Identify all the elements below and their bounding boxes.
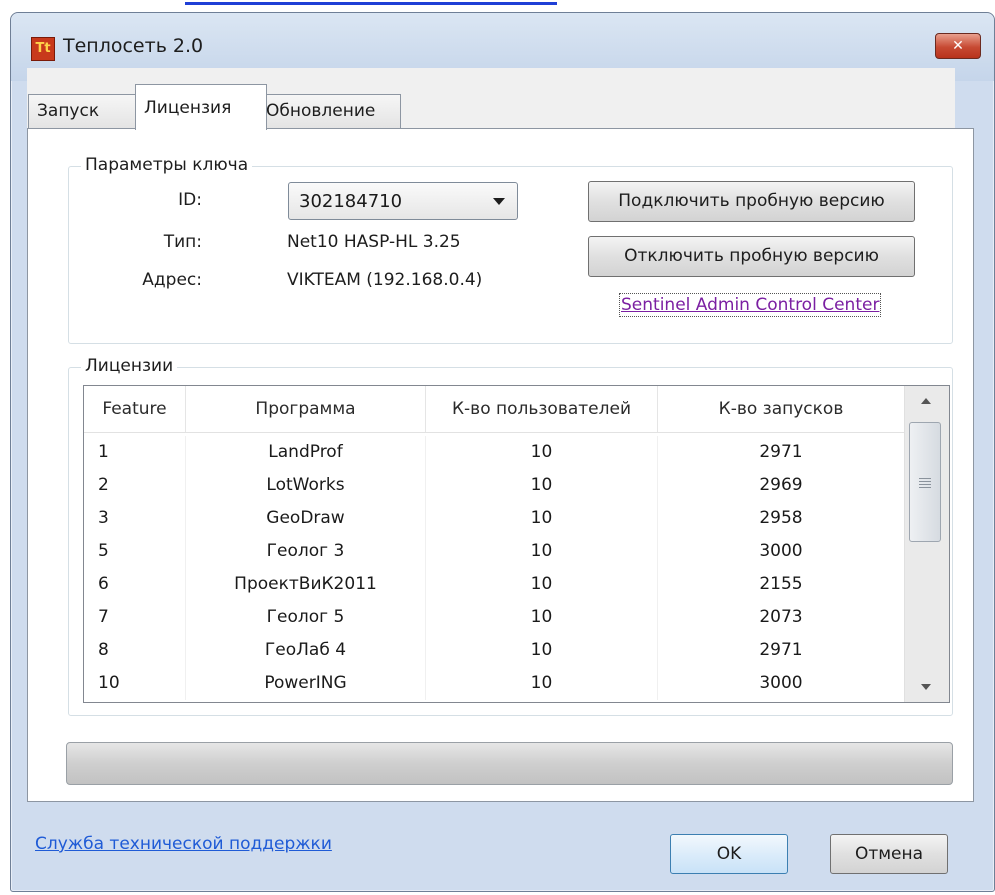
cell-program: PowerING [186, 667, 426, 700]
cell-program: Геолог 5 [186, 601, 426, 634]
column-header-users[interactable]: К-во пользователей [426, 386, 658, 432]
table-header: Feature Программа К-во пользователей К-в… [84, 386, 904, 433]
support-link[interactable]: Служба технической поддержки [35, 834, 332, 854]
close-icon: ✕ [952, 38, 964, 54]
cell-launches: 2155 [759, 574, 803, 594]
cell-launches: 3000 [759, 673, 803, 693]
top-link-underline [185, 2, 557, 5]
table-vertical-scrollbar[interactable] [904, 386, 949, 702]
cell-feature: 10 [84, 667, 186, 700]
cell-feature: 7 [84, 601, 186, 634]
cell-users: 10 [426, 667, 658, 700]
grip-icon [919, 478, 931, 479]
cell-feature: 6 [84, 568, 186, 601]
cell-users: 10 [426, 568, 658, 601]
ok-button[interactable]: OK [670, 834, 788, 874]
column-header-launches[interactable]: К-во запусков [658, 386, 904, 432]
disconnect-trial-button[interactable]: Отключить пробную версию [588, 236, 915, 277]
cell-users: 10 [426, 469, 658, 502]
table-row[interactable]: 10 PowerING 10 3000 [84, 667, 904, 700]
window-title: Теплосеть 2.0 [63, 35, 204, 57]
cancel-button[interactable]: Отмена [830, 834, 948, 874]
close-button[interactable]: ✕ [935, 33, 981, 59]
licenses-legend: Лицензии [81, 356, 178, 376]
cell-feature: 2 [84, 469, 186, 502]
cell-feature: 5 [84, 535, 186, 568]
column-header-feature[interactable]: Feature [84, 386, 186, 432]
progress-bar [66, 742, 953, 785]
cell-users: 10 [426, 634, 658, 667]
table-row[interactable]: 5 Геолог 3 10 3000 [84, 535, 904, 568]
table-row[interactable]: 6 ПроектВиК2011 10 2155 [84, 568, 904, 601]
cell-program: ГеоЛаб 4 [186, 634, 426, 667]
address-label: Адрес: [142, 270, 202, 290]
type-value: Net10 HASP-HL 3.25 [287, 232, 461, 252]
cell-launches: 2971 [759, 640, 803, 660]
scroll-down-arrow-icon[interactable] [921, 684, 931, 690]
cell-users: 10 [426, 601, 658, 634]
tab-update[interactable]: Обновление [257, 94, 401, 128]
cell-feature: 3 [84, 502, 186, 535]
cell-program: GeoDraw [186, 502, 426, 535]
cell-launches: 2969 [759, 475, 803, 495]
table-row[interactable]: 7 Геолог 5 10 2073 [84, 601, 904, 634]
column-header-program[interactable]: Программа [186, 386, 426, 432]
cell-launches: 2971 [759, 442, 803, 462]
cell-feature: 8 [84, 634, 186, 667]
cell-launches: 3000 [759, 541, 803, 561]
table-row[interactable]: 8 ГеоЛаб 4 10 2971 [84, 634, 904, 667]
cell-feature: 1 [84, 436, 186, 469]
tab-license[interactable]: Лицензия [135, 84, 267, 130]
key-params-legend: Параметры ключа [81, 155, 253, 175]
connect-trial-button[interactable]: Подключить пробную версию [588, 181, 915, 222]
cell-launches: 2073 [759, 607, 803, 627]
app-icon: Tt [31, 37, 55, 61]
cell-launches: 2958 [759, 508, 803, 528]
tab-launch[interactable]: Запуск [28, 94, 144, 128]
table-row[interactable]: 1 LandProf 10 2971 [84, 436, 904, 469]
scrollbar-thumb[interactable] [909, 422, 941, 542]
table-row[interactable]: 2 LotWorks 10 2969 [84, 469, 904, 502]
cell-program: LotWorks [186, 469, 426, 502]
cell-users: 10 [426, 502, 658, 535]
licenses-table[interactable]: Feature Программа К-во пользователей К-в… [83, 385, 950, 703]
cell-users: 10 [426, 535, 658, 568]
scroll-up-arrow-icon[interactable] [921, 398, 931, 404]
cell-program: ПроектВиК2011 [186, 568, 426, 601]
cell-program: Геолог 3 [186, 535, 426, 568]
id-dropdown[interactable]: 302184710 [288, 182, 518, 220]
type-label: Тип: [163, 232, 202, 252]
chevron-down-icon [493, 198, 505, 205]
table-row[interactable]: 3 GeoDraw 10 2958 [84, 502, 904, 535]
id-dropdown-value: 302184710 [299, 191, 403, 212]
id-label: ID: [178, 190, 202, 210]
address-value: VIKTEAM (192.168.0.4) [287, 270, 483, 290]
cell-users: 10 [426, 436, 658, 469]
cell-program: LandProf [186, 436, 426, 469]
sentinel-admin-link[interactable]: Sentinel Admin Control Center [618, 293, 882, 317]
